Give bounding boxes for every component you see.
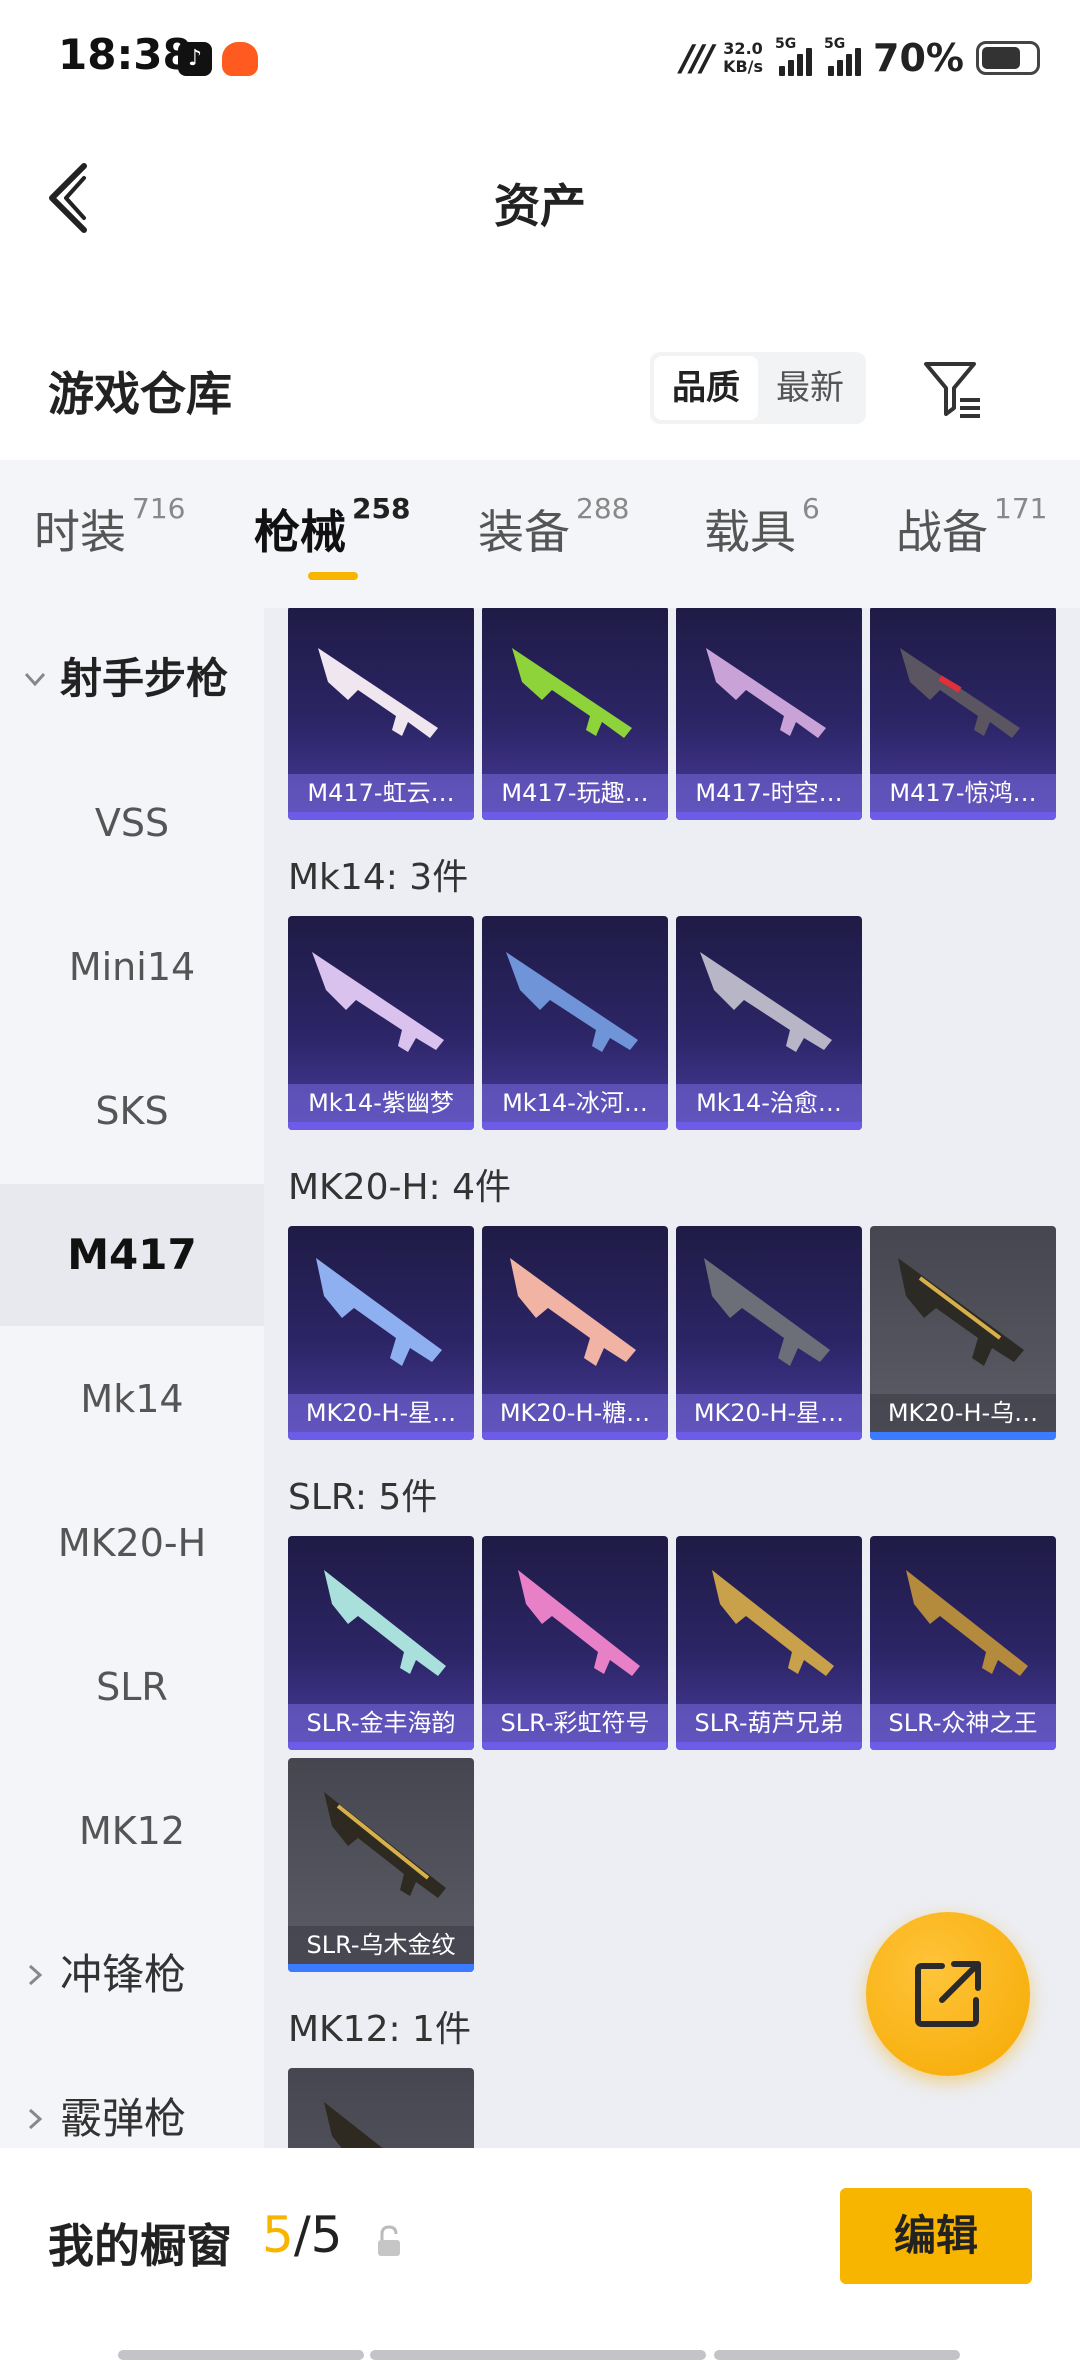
sort-toggle: 品质 最新 xyxy=(650,352,866,424)
skin-tile[interactable]: SLR-彩虹符号 xyxy=(482,1536,668,1750)
chevron-down-icon xyxy=(24,672,46,687)
filter-icon[interactable] xyxy=(920,356,984,420)
showcase-label: 我的橱窗 xyxy=(48,2219,232,2273)
sidebar-group-shotgun[interactable]: 霰弹枪 xyxy=(0,2048,264,2148)
section-title-slr: SLR: 5件 xyxy=(288,1477,438,1518)
sidebar-item-sks[interactable]: SKS xyxy=(0,1040,264,1182)
rifle-skin-icon xyxy=(316,1258,442,1366)
sidebar-item-vss[interactable]: VSS xyxy=(0,752,264,894)
skin-tile[interactable]: Mk14-紫幽梦 xyxy=(288,916,474,1130)
section-title-mk12: MK12: 1件 xyxy=(288,2009,471,2050)
status-right: /// 32.0 KB/s 5G 5G 70% xyxy=(681,30,1040,86)
tab-fashion[interactable]: 时装 716 xyxy=(34,492,185,562)
skin-tile[interactable]: M417-玩趣… xyxy=(482,608,668,820)
skin-tile[interactable] xyxy=(288,2068,474,2148)
battery-icon xyxy=(976,41,1040,75)
rifle-skin-icon xyxy=(510,1258,636,1366)
skin-tile[interactable]: SLR-众神之王 xyxy=(870,1536,1056,1750)
showcase-bar: 我的橱窗 5/5 编辑 xyxy=(0,2148,1080,2376)
active-tab-indicator xyxy=(308,572,358,580)
skin-tile[interactable]: MK20-H-星… xyxy=(676,1226,862,1440)
edit-button[interactable]: 编辑 xyxy=(840,2188,1032,2284)
tiktok-icon: ♪ xyxy=(178,42,212,76)
skin-tile[interactable]: M417-虹云… xyxy=(288,608,474,820)
rifle-skin-icon xyxy=(906,1570,1028,1676)
rifle-skin-icon xyxy=(324,1792,446,1898)
skin-tile[interactable]: Mk14-冰河… xyxy=(482,916,668,1130)
home-indicator xyxy=(370,2350,706,2360)
rifle-skin-icon xyxy=(712,1570,834,1676)
category-tabs: 时装 716 枪械 258 装备 288 载具 6 战备 171 xyxy=(0,460,1080,608)
section-title-mk20h: MK20-H: 4件 xyxy=(288,1167,512,1208)
warehouse-header: 游戏仓库 品质 最新 xyxy=(0,330,1080,450)
sidebar-item-m417[interactable]: M417 xyxy=(0,1184,264,1326)
sort-newest-button[interactable]: 最新 xyxy=(758,356,862,420)
skin-tile[interactable]: SLR-乌木金纹 xyxy=(288,1758,474,1972)
showcase-count: 5/5 xyxy=(262,2206,343,2264)
section-title-mk14: Mk14: 3件 xyxy=(288,857,469,898)
net-speed: 32.0 KB/s xyxy=(723,39,764,76)
sidebar-item-mk14[interactable]: Mk14 xyxy=(0,1328,264,1470)
status-time: 18:38 xyxy=(58,30,192,79)
network-brand-icon: /// xyxy=(680,37,714,79)
rifle-skin-icon xyxy=(700,952,832,1052)
tab-supplies[interactable]: 战备 171 xyxy=(896,492,1047,562)
skin-tile[interactable]: M417-时空… xyxy=(676,608,862,820)
rifle-skin-icon xyxy=(512,648,632,738)
sidebar-group-marksman[interactable]: 射手步枪 xyxy=(0,608,264,750)
sidebar-item-mk12[interactable]: MK12 xyxy=(0,1760,264,1902)
chevron-right-icon xyxy=(28,1964,43,1986)
share-fab-button[interactable] xyxy=(866,1912,1030,2076)
sidebar-item-slr[interactable]: SLR xyxy=(0,1616,264,1758)
rifle-skin-icon xyxy=(900,648,1020,738)
rifle-skin-icon xyxy=(506,952,638,1052)
rifle-skin-icon xyxy=(704,1258,830,1366)
rifle-skin-icon xyxy=(312,952,444,1052)
signal-icon-2: 5G xyxy=(824,36,862,76)
rifle-skin-icon xyxy=(518,1570,640,1676)
battery-percent: 70% xyxy=(873,36,964,80)
home-indicator xyxy=(118,2350,364,2360)
skin-tile[interactable]: MK20-H-星… xyxy=(288,1226,474,1440)
sidebar-item-mk20h[interactable]: MK20-H xyxy=(0,1472,264,1614)
skin-tile[interactable]: SLR-金丰海韵 xyxy=(288,1536,474,1750)
weapon-type-sidebar: 射手步枪 VSS Mini14 SKS M417 Mk14 MK20-H SLR… xyxy=(0,608,264,2148)
lock-icon xyxy=(378,2225,400,2256)
skin-tile[interactable]: SLR-葫芦兄弟 xyxy=(676,1536,862,1750)
tab-vehicles[interactable]: 载具 6 xyxy=(704,492,820,562)
nav-bar: 资产 xyxy=(0,118,1080,278)
page-title: 资产 xyxy=(494,179,586,233)
skin-tile[interactable]: Mk14-治愈… xyxy=(676,916,862,1130)
status-bar: 18:38 ♪ /// 32.0 KB/s 5G 5G 70% xyxy=(0,0,1080,118)
signal-icon: 5G xyxy=(775,36,813,76)
app-notification-icon xyxy=(222,42,258,76)
skin-tile[interactable]: MK20-H-糖… xyxy=(482,1226,668,1440)
rifle-skin-icon xyxy=(706,648,826,738)
rifle-skin-icon xyxy=(318,648,438,738)
chevron-right-icon xyxy=(28,2108,43,2130)
skin-tile[interactable]: M417-惊鸿… xyxy=(870,608,1056,820)
sort-quality-button[interactable]: 品质 xyxy=(654,356,758,420)
skin-tile[interactable]: MK20-H-乌… xyxy=(870,1226,1056,1440)
external-link-icon xyxy=(915,1961,981,2027)
rifle-skin-icon xyxy=(324,2102,383,2148)
home-indicator xyxy=(714,2350,960,2360)
rifle-skin-icon xyxy=(898,1258,1024,1366)
rifle-skin-icon xyxy=(324,1570,446,1676)
sidebar-group-smg[interactable]: 冲锋枪 xyxy=(0,1904,264,2046)
tab-equipment[interactable]: 装备 288 xyxy=(478,492,629,562)
sidebar-item-mini14[interactable]: Mini14 xyxy=(0,896,264,1038)
warehouse-title: 游戏仓库 xyxy=(48,367,232,421)
tab-guns[interactable]: 枪械 258 xyxy=(254,492,410,562)
